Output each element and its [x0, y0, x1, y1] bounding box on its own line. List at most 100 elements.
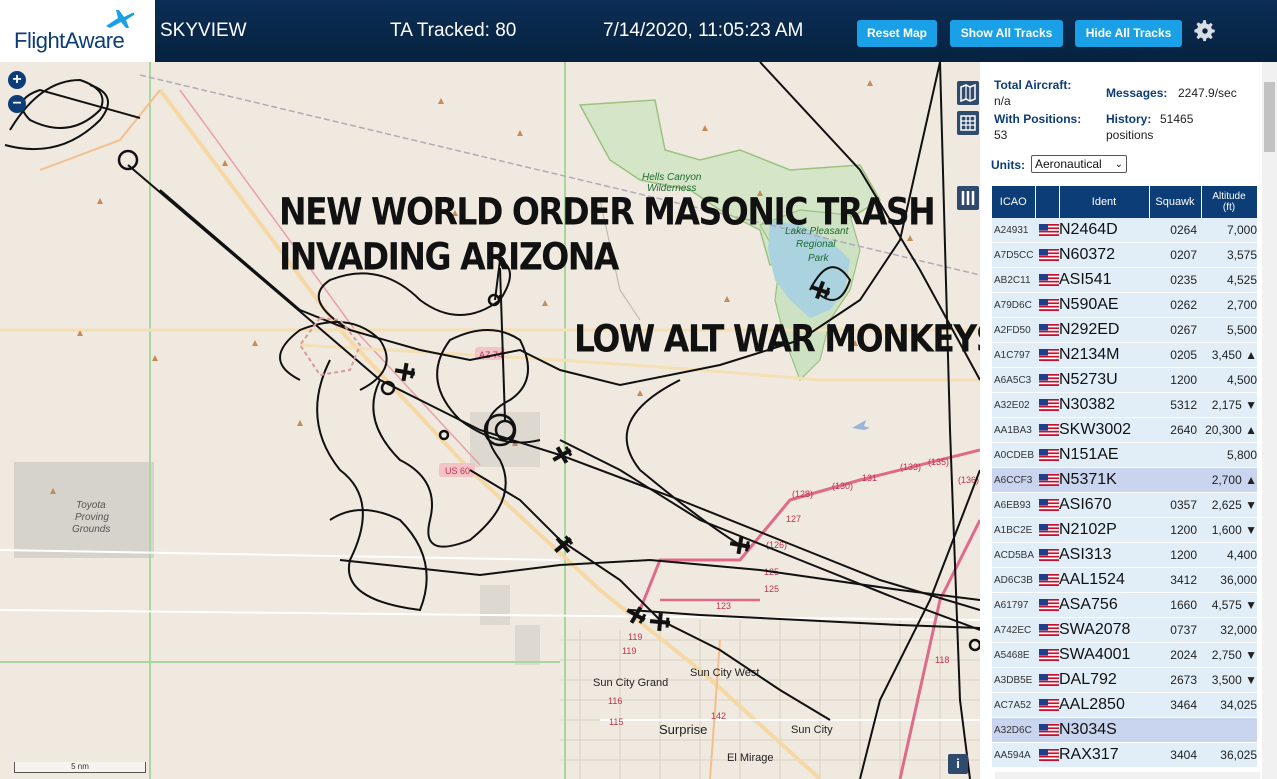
- cell-flag: [1035, 567, 1059, 593]
- reset-map-button[interactable]: Reset Map: [857, 20, 937, 47]
- table-row[interactable]: AA594A RAX317 3404 36,025: [992, 742, 1257, 768]
- cell-squawk: 1660: [1149, 592, 1201, 618]
- table-row[interactable]: AD6C3B AAL1524 3412 36,000: [992, 567, 1257, 593]
- table-row[interactable]: A742EC SWA2078 0737 32,000: [992, 617, 1257, 643]
- cell-ident: N292ED: [1059, 317, 1149, 343]
- cell-flag: [1035, 342, 1059, 368]
- info-button[interactable]: i: [948, 754, 968, 774]
- table-row[interactable]: A7D5CC N60372 0207 3,575: [992, 242, 1257, 268]
- table-row[interactable]: A79D6C N590AE 0262 2,700: [992, 292, 1257, 318]
- cell-squawk: 0264: [1149, 218, 1201, 243]
- hide-all-tracks-button[interactable]: Hide All Tracks: [1075, 20, 1182, 47]
- cell-squawk: 2640: [1149, 417, 1201, 443]
- map-view[interactable]: Hells Canyon Wilderness Lake Pleasant Re…: [0, 62, 980, 779]
- cell-squawk: 3404: [1149, 742, 1201, 768]
- cell-squawk: 0737: [1149, 617, 1201, 643]
- horizontal-scrollbar[interactable]: [995, 772, 1260, 779]
- cell-ident: N5273U: [1059, 367, 1149, 393]
- cell-ident: ASA756: [1059, 592, 1149, 618]
- cell-squawk: [1149, 717, 1201, 743]
- cell-icao: A24931: [992, 218, 1035, 243]
- table-row[interactable]: A6EB93 ASI670 0357 2,625 ▼: [992, 492, 1257, 518]
- cell-icao: A0CDEB: [992, 442, 1035, 468]
- scrollbar-thumb[interactable]: [1264, 82, 1275, 152]
- show-all-tracks-button[interactable]: Show All Tracks: [950, 20, 1063, 47]
- cell-squawk: 3464: [1149, 692, 1201, 718]
- us-flag-icon: [1039, 498, 1059, 511]
- table-row[interactable]: A1BC2E N2102P 1200 1,600 ▼: [992, 517, 1257, 543]
- cell-icao: A1BC2E: [992, 517, 1035, 543]
- table-row[interactable]: A0CDEB N151AE 5,800: [992, 442, 1257, 468]
- table-row[interactable]: AB2C11 ASI541 0235 4,525: [992, 267, 1257, 293]
- flightaware-logo[interactable]: FlightAware: [0, 0, 155, 62]
- map-label-sun-city-grand: Sun City Grand: [593, 677, 668, 689]
- table-row[interactable]: AC7A52 AAL2850 3464 34,025: [992, 692, 1257, 718]
- built-area: [515, 625, 540, 665]
- chevron-down-icon: ⌄: [1114, 159, 1123, 170]
- route-119b: 119: [622, 646, 636, 656]
- cell-flag: [1035, 717, 1059, 743]
- map-label-toyota: Toyota: [76, 500, 106, 511]
- col-header-squawk[interactable]: Squawk: [1149, 186, 1202, 218]
- small-aircraft-icon: [852, 420, 870, 430]
- table-row[interactable]: A6CCF3 N5371K 2,700 ▲: [992, 467, 1257, 493]
- cell-ident: DAL792: [1059, 667, 1149, 693]
- messages-label: Messages:: [1106, 86, 1168, 100]
- table-row[interactable]: A24931 N2464D 0264 7,000: [992, 218, 1257, 243]
- us-flag-icon: [1039, 398, 1059, 411]
- cell-flag: [1035, 242, 1059, 268]
- table-row[interactable]: A6A5C3 N5273U 1200 4,500: [992, 367, 1257, 393]
- route-142: 142: [711, 711, 726, 721]
- cell-icao: A2FD50: [992, 317, 1035, 343]
- cell-altitude: 20,300 ▲: [1201, 417, 1257, 443]
- cell-altitude: 3,575: [1201, 242, 1257, 268]
- us-flag-icon: [1039, 598, 1059, 611]
- table-row[interactable]: A1C797 N2134M 0205 3,450 ▲: [992, 342, 1257, 368]
- cell-flag: [1035, 742, 1059, 768]
- plane-logo-icon: [106, 10, 135, 28]
- grid-icon[interactable]: [957, 111, 979, 135]
- table-row[interactable]: A32D6C N3034S: [992, 717, 1257, 743]
- route-116: 116: [608, 696, 622, 706]
- columns-icon[interactable]: [957, 186, 979, 210]
- route-133: (133): [900, 462, 921, 472]
- col-header-ident[interactable]: Ident: [1059, 186, 1150, 218]
- table-row[interactable]: A5468E SWA4001 2024 2,750 ▼: [992, 642, 1257, 668]
- cell-squawk: 1200: [1149, 517, 1201, 543]
- us-flag-icon: [1039, 348, 1059, 361]
- table-row[interactable]: A3DB5E DAL792 2673 3,500 ▼: [992, 667, 1257, 693]
- col-header-icao[interactable]: ICAO: [992, 186, 1036, 218]
- cell-ident: N590AE: [1059, 292, 1149, 318]
- col-header-altitude[interactable]: Altitude (ft): [1201, 186, 1258, 218]
- history-label: History:: [1106, 112, 1152, 126]
- aircraft-table: ICAO Ident Squawk Altitude (ft) A24931 N2…: [992, 186, 1258, 768]
- cell-squawk: 3412: [1149, 567, 1201, 593]
- cell-icao: A32E02: [992, 392, 1035, 418]
- table-row[interactable]: ACD5BA ASI313 1200 4,400: [992, 542, 1257, 568]
- units-select[interactable]: Aeronautical ⌄: [1031, 155, 1127, 173]
- history-unit: positions: [1106, 128, 1154, 142]
- cell-altitude: 2,700: [1201, 292, 1257, 318]
- cell-flag: [1035, 467, 1059, 493]
- us-flag-icon: [1039, 373, 1059, 386]
- us-flag-icon: [1039, 323, 1059, 336]
- map-label-el-mirage: El Mirage: [727, 752, 773, 764]
- cell-flag: [1035, 367, 1059, 393]
- map-layers-icon[interactable]: [957, 81, 979, 105]
- cell-squawk: 0357: [1149, 492, 1201, 518]
- cell-ident: SWA2078: [1059, 617, 1149, 643]
- table-row[interactable]: A32E02 N30382 5312 2,175 ▼: [992, 392, 1257, 418]
- zoom-in-button[interactable]: +: [8, 71, 26, 89]
- table-row[interactable]: A2FD50 N292ED 0267 5,500: [992, 317, 1257, 343]
- panel-scrollbar[interactable]: [1262, 62, 1277, 779]
- cell-icao: AA594A: [992, 742, 1035, 768]
- table-row[interactable]: AA1BA3 SKW3002 2640 20,300 ▲: [992, 417, 1257, 443]
- table-row[interactable]: A61797 ASA756 1660 4,575 ▼: [992, 592, 1257, 618]
- cell-altitude: 36,000: [1201, 567, 1257, 593]
- zoom-out-button[interactable]: −: [8, 95, 26, 113]
- cell-ident: N3034S: [1059, 717, 1149, 743]
- cell-ident: N30382: [1059, 392, 1149, 418]
- cell-squawk: [1149, 467, 1201, 493]
- gear-icon[interactable]: [1192, 18, 1218, 44]
- cell-icao: AC7A52: [992, 692, 1035, 718]
